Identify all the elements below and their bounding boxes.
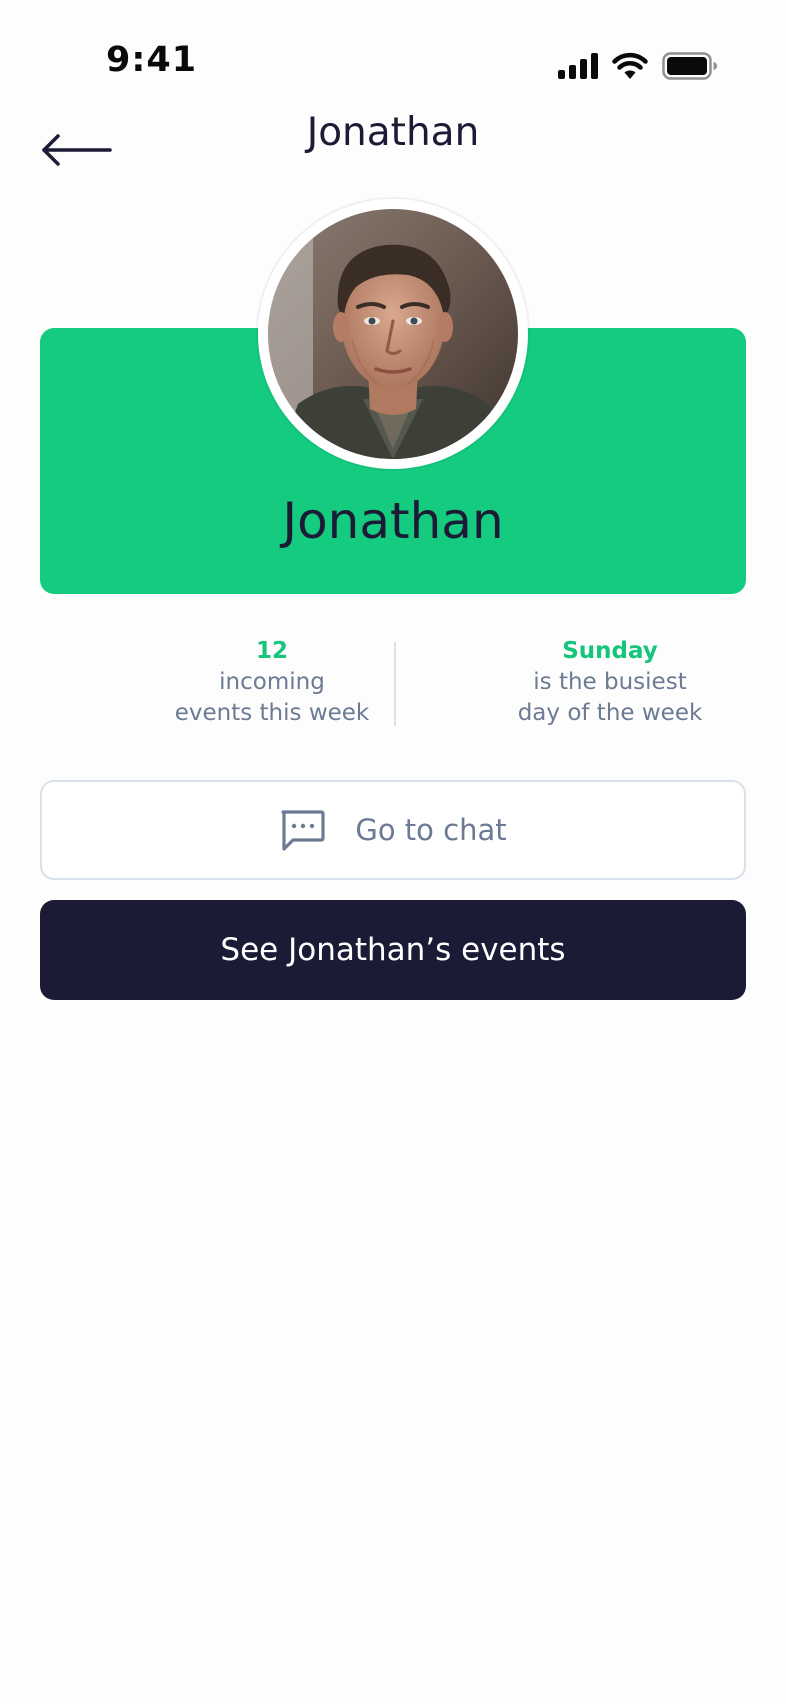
stat-busiest-day: Sunday is the busiest day of the week — [460, 636, 760, 729]
go-to-chat-label: Go to chat — [355, 813, 507, 847]
go-to-chat-button[interactable]: Go to chat — [40, 780, 746, 880]
battery-icon — [662, 52, 718, 80]
profile-name: Jonathan — [282, 492, 504, 550]
status-time: 9:41 — [106, 40, 198, 80]
stats-divider — [394, 642, 396, 726]
profile-screen: 9:41 Jonathan Jonathan 12 incoming event… — [0, 0, 786, 1704]
stat-incoming-line1: incoming — [219, 669, 325, 695]
status-icons — [558, 50, 718, 82]
page-title: Jonathan — [306, 110, 480, 155]
chat-bubble-icon — [279, 809, 325, 851]
profile-photo — [268, 209, 518, 459]
see-events-button[interactable]: See Jonathan’s events — [40, 900, 746, 1000]
see-events-label: See Jonathan’s events — [220, 932, 566, 968]
stat-incoming-value: 12 — [255, 638, 288, 664]
stats-section: 12 incoming events this week Sunday is t… — [40, 636, 746, 728]
stat-busiest-line1: is the busiest — [533, 669, 687, 695]
stat-busiest-value: Sunday — [562, 638, 658, 664]
stat-busiest-line2: day of the week — [517, 700, 703, 726]
cellular-signal-icon — [558, 53, 598, 79]
avatar-ring — [258, 199, 528, 469]
stat-incoming-line2: events this week — [174, 700, 370, 726]
wifi-icon — [612, 52, 648, 80]
stat-incoming-events: 12 incoming events this week — [122, 636, 422, 729]
